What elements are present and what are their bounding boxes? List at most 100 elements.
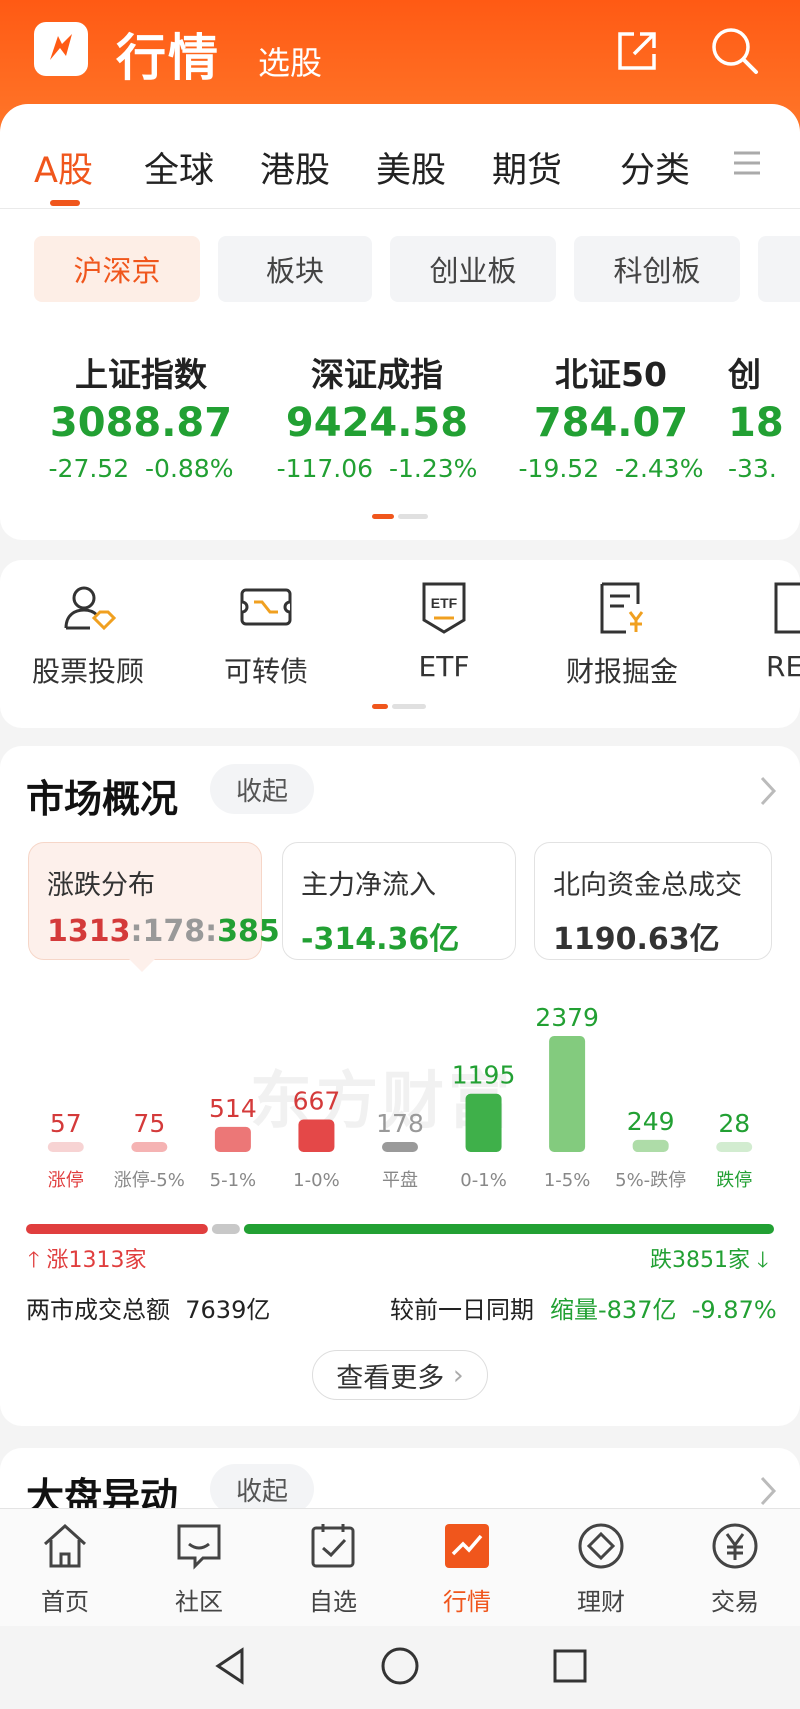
index-bse-50[interactable]: 北证50 784.07 -19.52 -2.43% (496, 348, 726, 483)
nav-wealth[interactable]: 理财 (546, 1520, 656, 1617)
tools-page-indicator (372, 704, 428, 709)
tab-categories[interactable]: 分类 (620, 142, 690, 193)
bar-label-8: 跌停 (716, 1170, 752, 1191)
menu-icon[interactable] (732, 150, 762, 176)
bar-5 (465, 1093, 502, 1152)
tab-global[interactable]: 全球 (144, 142, 214, 193)
svg-text:ETF: ETF (431, 595, 458, 611)
bar-7 (632, 1139, 669, 1152)
community-icon (177, 1524, 221, 1570)
bar-label-4: 平盘 (382, 1170, 418, 1191)
bar-label-0: 涨停 (48, 1170, 84, 1191)
chip-star-market[interactable]: 科创板 (574, 236, 740, 302)
recent-apps-icon[interactable] (552, 1648, 588, 1684)
tool-reits-partial[interactable]: RE (720, 580, 800, 683)
arrow-up-icon: 🡑 (28, 1248, 40, 1273)
bar-label-5: 0-1% (460, 1170, 507, 1191)
nav-trade[interactable]: 交易 (680, 1520, 790, 1617)
system-navigation-bar (0, 1626, 800, 1709)
view-more-button[interactable]: 查看更多 › (312, 1350, 488, 1400)
tab-futures[interactable]: 期货 (492, 142, 562, 193)
tool-stock-advisor[interactable]: 股票投顾 (8, 580, 168, 690)
chevron-right-icon: › (452, 1359, 464, 1391)
bar-label-1: 涨停-5% (114, 1170, 185, 1191)
chip-chinext[interactable]: 创业板 (390, 236, 556, 302)
total-turnover: 两市成交总额 7639亿 (26, 1296, 271, 1324)
bar-value-0: 57 (50, 1109, 82, 1138)
movements-collapse-button[interactable]: 收起 (210, 1464, 314, 1514)
index-page-indicator (372, 514, 428, 519)
stat-active-pointer (128, 958, 156, 972)
market-icon (445, 1524, 489, 1568)
bar-2 (214, 1126, 251, 1152)
tab-hk-stocks[interactable]: 港股 (260, 142, 330, 193)
etf-icon: ETF (422, 582, 466, 634)
wealth-icon (578, 1523, 624, 1569)
market-collapse-button[interactable]: 收起 (210, 764, 314, 814)
chip-sectors[interactable]: 板块 (218, 236, 372, 302)
bar-4 (382, 1142, 418, 1152)
tab-a-shares[interactable]: A股 (34, 142, 93, 193)
bar-label-7: 5%-跌停 (615, 1170, 686, 1191)
nav-home[interactable]: 首页 (10, 1520, 120, 1617)
advisor-icon (64, 586, 116, 631)
tab-divider (0, 208, 800, 209)
app-logo-icon[interactable] (34, 22, 88, 76)
tool-etf[interactable]: ETF ETF (364, 580, 524, 683)
compare-label: 较前一日同期 (390, 1296, 534, 1324)
bar-value-2: 514 (209, 1094, 257, 1123)
share-icon[interactable] (612, 26, 662, 76)
ratio-up-segment (26, 1224, 208, 1234)
bar-value-4: 178 (376, 1109, 424, 1138)
rise-fall-ratio-bar (26, 1224, 774, 1234)
market-overview-title: 市场概况 (26, 777, 179, 821)
bar-0 (47, 1142, 84, 1152)
index-chinext-partial[interactable]: 创 18 -33. (728, 348, 800, 483)
stock-screener-link[interactable]: 选股 (258, 38, 322, 84)
convertible-bond-icon (240, 588, 292, 626)
bar-label-6: 1-5% (544, 1170, 591, 1191)
tool-financial-reports[interactable]: 财报掘金 (542, 580, 702, 690)
watchlist-icon (311, 1524, 355, 1568)
index-shenzhen-component[interactable]: 深证成指 9424.58 -117.06 -1.23% (262, 348, 492, 483)
financial-report-icon (600, 582, 644, 634)
home-circle-icon[interactable] (380, 1646, 420, 1686)
chip-more[interactable] (758, 236, 800, 302)
compare-value: 缩量-837亿 -9.87% (550, 1296, 777, 1324)
movements-more-chevron-icon[interactable] (758, 1474, 778, 1508)
active-tab-indicator (50, 200, 80, 206)
index-shanghai-composite[interactable]: 上证指数 3088.87 -27.52 -0.88% (26, 348, 256, 483)
rise-count-label: 🡑 涨1313家 (28, 1248, 147, 1273)
bar-value-5: 1195 (452, 1061, 516, 1090)
home-icon (43, 1523, 87, 1568)
market-more-chevron-icon[interactable] (758, 774, 778, 808)
trade-icon (712, 1523, 758, 1569)
stat-northbound-turnover[interactable]: 北向资金总成交 1190.63亿 (534, 842, 772, 960)
nav-community[interactable]: 社区 (144, 1520, 254, 1617)
rise-fall-distribution-chart: 57 涨停 75 涨停-5% 514 5-1% 667 1-0% 178 平盘 1195 0-1% 23… (47, 1003, 753, 1191)
bar-6 (549, 1036, 586, 1152)
nav-market[interactable]: 行情 (412, 1520, 522, 1617)
fall-count-label: 跌3851家 🡓 (650, 1248, 769, 1273)
bar-label-2: 5-1% (210, 1170, 257, 1191)
bar-3 (298, 1119, 335, 1152)
ratio-down-segment (243, 1224, 774, 1234)
search-icon[interactable] (708, 24, 760, 76)
tab-us-stocks[interactable]: 美股 (376, 142, 446, 193)
page-title: 行情 (116, 29, 220, 87)
chip-shanghai-shenzhen-beijing[interactable]: 沪深京 (34, 236, 200, 302)
nav-watchlist[interactable]: 自选 (278, 1520, 388, 1617)
stat-rise-fall-distribution[interactable]: 涨跌分布 1313:178:3851 (28, 842, 301, 960)
bar-1 (131, 1142, 168, 1152)
tool-convertible-bonds[interactable]: 可转债 (186, 580, 346, 690)
reits-icon (774, 582, 800, 634)
bar-value-1: 75 (133, 1109, 165, 1138)
stat-main-net-inflow[interactable]: 主力净流入 -314.36亿 (282, 842, 516, 960)
bar-value-8: 28 (718, 1109, 750, 1138)
bar-label-3: 1-0% (293, 1170, 340, 1191)
ratio-flat-segment (211, 1224, 240, 1234)
bar-8 (716, 1142, 753, 1152)
bar-value-7: 249 (627, 1107, 675, 1136)
bar-value-3: 667 (293, 1086, 341, 1115)
back-icon[interactable] (212, 1646, 248, 1686)
